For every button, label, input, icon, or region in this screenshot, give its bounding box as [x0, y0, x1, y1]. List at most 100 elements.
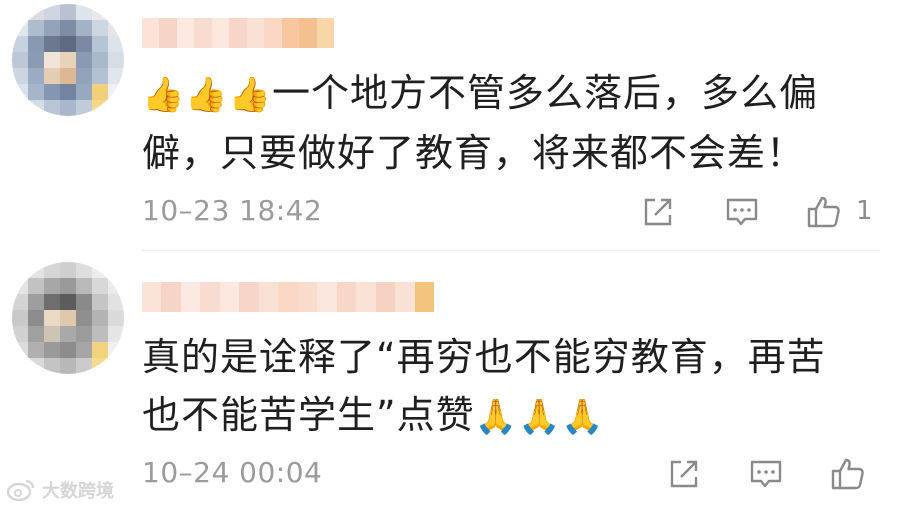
- avatar-pixel: [92, 100, 108, 116]
- avatar-pixel: [92, 278, 108, 294]
- comment-icon: [750, 460, 782, 488]
- avatar-pixel: [60, 294, 76, 310]
- comment-item: 真的是诠释了“再穷也不能穷教育，再苦也不能苦学生”点赞🙏🙏🙏 10–24 00:…: [0, 252, 900, 507]
- watermark-text: 大数跨境: [42, 481, 114, 502]
- avatar-pixel: [76, 310, 92, 326]
- avatar-pixel: [108, 310, 124, 326]
- avatar-pixel: [108, 278, 124, 294]
- avatar-pixel: [44, 278, 60, 294]
- avatar-pixel: [60, 326, 76, 342]
- avatar-pixel: [12, 294, 28, 310]
- reply-button[interactable]: [746, 454, 786, 494]
- comment-item: 👍👍👍一个地方不管多么落后，多么偏僻，只要做好了教育，将来都不会差！ 10–23…: [0, 0, 900, 250]
- avatar-pixel: [108, 20, 124, 36]
- avatar-pixel: [76, 278, 92, 294]
- avatar-pixel: [92, 358, 108, 374]
- username-pixel: [211, 18, 230, 48]
- like-button[interactable]: [828, 454, 868, 494]
- avatar-pixel: [60, 100, 76, 116]
- thumbs-up-icon: [831, 458, 864, 490]
- username-pixel: [246, 18, 265, 48]
- username-pixel: [219, 282, 240, 312]
- share-button[interactable]: [638, 192, 678, 232]
- comment-timestamp: 10–23 18:42: [142, 194, 323, 227]
- username-pixel: [229, 18, 247, 48]
- avatar-pixel: [60, 310, 76, 326]
- username-pixel: [395, 282, 415, 312]
- like-count: 1: [856, 196, 873, 226]
- username-pixel: [281, 18, 300, 48]
- avatar-pixel: [76, 36, 92, 52]
- avatar-pixel: [92, 68, 108, 84]
- avatar-pixel: [108, 68, 124, 84]
- avatar-pixel: [28, 358, 44, 374]
- avatar[interactable]: [12, 262, 124, 374]
- avatar-pixel: [12, 278, 28, 294]
- avatar-pixel: [44, 326, 60, 342]
- avatar-pixel: [92, 52, 108, 68]
- share-icon: [644, 198, 672, 226]
- avatar-pixel: [76, 294, 92, 310]
- avatar-pixel: [44, 20, 60, 36]
- avatar-pixel: [28, 262, 44, 278]
- avatar-pixel: [12, 20, 28, 36]
- avatar-pixel: [92, 4, 108, 20]
- username-pixel: [356, 282, 376, 312]
- avatar-pixel: [28, 4, 44, 20]
- avatar-pixel: [60, 358, 76, 374]
- username-pixel: [180, 282, 201, 312]
- thumbs-up-emoji: 👍👍👍: [142, 75, 273, 115]
- avatar-pixel: [76, 84, 92, 100]
- share-icon: [670, 460, 698, 488]
- username-pixel: [375, 282, 396, 312]
- avatar-pixel: [12, 84, 28, 100]
- avatar-pixel: [28, 326, 44, 342]
- avatar-pixel: [28, 20, 44, 36]
- avatar-pixel: [108, 100, 124, 116]
- avatar-pixel: [60, 4, 76, 20]
- avatar-pixel: [60, 278, 76, 294]
- reply-button[interactable]: [722, 192, 762, 232]
- avatar-pixel: [44, 310, 60, 326]
- avatar-pixel: [76, 262, 92, 278]
- divider: [142, 250, 880, 251]
- avatar-pixel: [60, 36, 76, 52]
- avatar-pixel: [12, 52, 28, 68]
- avatar-pixel: [76, 20, 92, 36]
- avatar-pixel: [108, 294, 124, 310]
- avatar-pixel: [44, 84, 60, 100]
- comment-icon: [726, 198, 758, 226]
- avatar-pixel: [12, 310, 28, 326]
- avatar-pixel: [12, 4, 28, 20]
- avatar-pixel: [12, 342, 28, 358]
- username-censored[interactable]: [142, 282, 435, 312]
- username-pixel: [336, 282, 357, 312]
- avatar-pixel: [12, 358, 28, 374]
- avatar-pixel: [44, 358, 60, 374]
- avatar-pixel: [44, 100, 60, 116]
- username-pixel: [414, 282, 435, 312]
- avatar-pixel: [60, 20, 76, 36]
- avatar-pixel: [28, 84, 44, 100]
- like-button[interactable]: [804, 192, 844, 232]
- username-pixel: [258, 282, 279, 312]
- avatar-pixel: [28, 100, 44, 116]
- avatar-pixel: [108, 36, 124, 52]
- avatar-pixel: [60, 342, 76, 358]
- avatar-pixel: [60, 84, 76, 100]
- avatar-pixel: [12, 262, 28, 278]
- avatar-pixel: [28, 36, 44, 52]
- share-button[interactable]: [664, 454, 704, 494]
- avatar-pixel: [92, 310, 108, 326]
- avatar-pixel: [28, 294, 44, 310]
- username-pixel: [176, 18, 195, 48]
- avatar-pixel: [108, 358, 124, 374]
- avatar[interactable]: [12, 4, 124, 116]
- avatar-pixel: [92, 294, 108, 310]
- weibo-logo-icon: [6, 479, 35, 502]
- avatar-pixel: [44, 262, 60, 278]
- username-censored[interactable]: [142, 18, 334, 48]
- avatar-pixel: [60, 262, 76, 278]
- thumbs-up-icon: [807, 196, 840, 228]
- pray-emoji: 🙏🙏🙏: [474, 397, 605, 437]
